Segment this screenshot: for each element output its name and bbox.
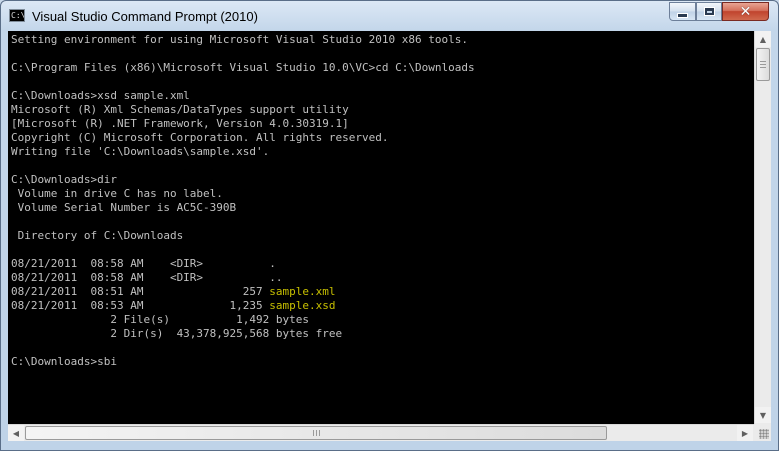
close-button[interactable]: ✕ bbox=[722, 2, 769, 21]
dir-entry-info: 08/21/2011 08:58 AM <DIR> bbox=[11, 271, 270, 284]
console-line: Volume Serial Number is AC5C-390B bbox=[11, 201, 237, 214]
horizontal-scrollbar[interactable]: ◀ ▶ bbox=[8, 424, 754, 441]
maximize-icon bbox=[703, 7, 715, 16]
minimize-button[interactable] bbox=[669, 2, 696, 21]
console-line: Volume in drive C has no label. bbox=[11, 187, 223, 200]
dir-entry-name: . bbox=[269, 257, 276, 270]
console-line: C:\Downloads>xsd sample.xml bbox=[11, 89, 190, 102]
dir-summary-dirs: 2 Dir(s) 43,378,925,568 bytes free bbox=[11, 327, 343, 340]
command-prompt-icon[interactable]: C:\ bbox=[9, 9, 25, 22]
scroll-down-arrow-icon[interactable]: ▼ bbox=[755, 407, 771, 423]
console-line: Copyright (C) Microsoft Corporation. All… bbox=[11, 131, 389, 144]
dir-entry-info: 08/21/2011 08:53 AM 1,235 bbox=[11, 299, 270, 312]
vertical-scrollbar[interactable]: ▲ ▼ bbox=[754, 31, 771, 424]
vertical-scroll-thumb[interactable] bbox=[756, 48, 770, 81]
console-line: C:\Program Files (x86)\Microsoft Visual … bbox=[11, 61, 475, 74]
dir-entry-info: 08/21/2011 08:58 AM <DIR> bbox=[11, 257, 270, 270]
grip-icon bbox=[313, 430, 321, 436]
minimize-icon bbox=[677, 12, 688, 18]
dir-entry-info: 08/21/2011 08:51 AM 257 bbox=[11, 285, 270, 298]
close-icon: ✕ bbox=[739, 3, 752, 20]
console-window: C:\ Visual Studio Command Prompt (2010) … bbox=[0, 0, 779, 451]
console-output[interactable]: Setting environment for using Microsoft … bbox=[8, 31, 754, 424]
console-line: [Microsoft (R) .NET Framework, Version 4… bbox=[11, 117, 349, 130]
scroll-left-arrow-icon[interactable]: ◀ bbox=[8, 425, 24, 441]
file-name-highlight: sample.xml bbox=[269, 285, 336, 298]
console-line: C:\Downloads>dir bbox=[11, 173, 117, 186]
window-title: Visual Studio Command Prompt (2010) bbox=[32, 9, 258, 24]
horizontal-scroll-thumb[interactable] bbox=[25, 426, 607, 440]
dir-entry: 08/21/2011 08:51 AM 257 sample.xml bbox=[11, 285, 336, 299]
dir-entry-name: .. bbox=[269, 271, 283, 284]
dir-entry: 08/21/2011 08:58 AM <DIR> . bbox=[11, 257, 276, 271]
resize-grip-icon bbox=[759, 429, 769, 439]
maximize-button[interactable] bbox=[696, 2, 722, 21]
resize-corner[interactable] bbox=[754, 424, 771, 441]
console-line: Setting environment for using Microsoft … bbox=[11, 33, 468, 46]
dir-entry: 08/21/2011 08:53 AM 1,235 sample.xsd bbox=[11, 299, 336, 313]
console-line: Microsoft (R) Xml Schemas/DataTypes supp… bbox=[11, 103, 349, 116]
dir-entry: 08/21/2011 08:58 AM <DIR> .. bbox=[11, 271, 283, 285]
scroll-up-arrow-icon[interactable]: ▲ bbox=[755, 31, 771, 47]
file-name-highlight: sample.xsd bbox=[269, 299, 336, 312]
scroll-right-arrow-icon[interactable]: ▶ bbox=[737, 425, 753, 441]
console-line: Directory of C:\Downloads bbox=[11, 229, 184, 242]
console-line: Writing file 'C:\Downloads\sample.xsd'. bbox=[11, 145, 270, 158]
title-bar[interactable]: C:\ Visual Studio Command Prompt (2010) … bbox=[1, 1, 778, 31]
dir-summary-files: 2 File(s) 1,492 bytes bbox=[11, 313, 310, 326]
grip-icon bbox=[760, 61, 766, 69]
command-prompt-line[interactable]: C:\Downloads>sbi bbox=[11, 355, 117, 369]
